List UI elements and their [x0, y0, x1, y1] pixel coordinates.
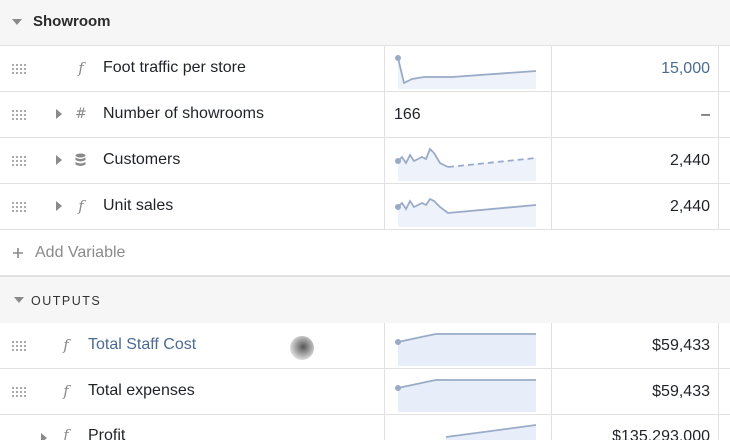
collapse-caret-icon[interactable] [12, 19, 22, 25]
sparkline-chart [445, 424, 537, 440]
collapse-caret-icon[interactable] [14, 297, 24, 303]
expand-caret-icon[interactable] [56, 109, 62, 119]
drag-handle-icon[interactable] [12, 64, 26, 74]
sparkline-chart [395, 55, 537, 89]
variable-row-number-of-showrooms[interactable]: # Number of showrooms 166 – [0, 92, 730, 138]
function-icon: f [63, 382, 69, 400]
output-row-profit[interactable]: f Profit $135,293,000 [0, 415, 730, 440]
plus-icon[interactable] [12, 247, 24, 259]
variable-name[interactable]: Foot traffic per store [103, 59, 246, 77]
variable-name[interactable]: Number of showrooms [103, 105, 264, 123]
variable-value[interactable]: $135,293,000 [612, 428, 710, 440]
drag-handle-icon[interactable] [12, 341, 26, 351]
add-variable-button[interactable]: Add Variable [35, 244, 125, 262]
input-cell-value[interactable]: 166 [394, 106, 421, 124]
drag-handle-icon[interactable] [12, 156, 26, 166]
variable-value[interactable]: $59,433 [652, 383, 710, 401]
expand-caret-icon[interactable] [56, 155, 62, 165]
variable-value[interactable]: – [701, 106, 710, 124]
variable-value[interactable]: 2,440 [670, 198, 710, 216]
drag-handle-icon[interactable] [12, 202, 26, 212]
section-title: OUTPUTS [31, 294, 102, 308]
variable-row-customers[interactable]: Customers 2,440 [0, 138, 730, 184]
output-row-total-staff-cost[interactable]: f Total Staff Cost $59,433 [0, 323, 730, 369]
sparkline-chart [395, 147, 537, 181]
variable-name[interactable]: Total Staff Cost [88, 336, 196, 354]
variable-row-foot-traffic[interactable]: f Foot traffic per store 15,000 [0, 46, 730, 92]
drag-handle-icon[interactable] [12, 110, 26, 120]
sparkline-chart [395, 197, 537, 227]
section-header-outputs[interactable]: OUTPUTS [0, 276, 730, 324]
section-title: Showroom [33, 13, 111, 30]
function-icon: f [63, 426, 69, 440]
variable-value[interactable]: 2,440 [670, 152, 710, 170]
database-icon [75, 153, 86, 166]
expand-caret-icon[interactable] [41, 433, 47, 440]
function-icon: f [78, 59, 84, 77]
add-variable-row[interactable]: Add Variable [0, 230, 730, 276]
variable-name[interactable]: Profit [88, 427, 125, 440]
variable-name[interactable]: Total expenses [88, 382, 195, 400]
variable-name[interactable]: Unit sales [103, 197, 173, 215]
sparkline-chart [395, 379, 536, 412]
function-icon: f [78, 197, 84, 215]
variable-name[interactable]: Customers [103, 151, 180, 169]
variable-value[interactable]: $59,433 [652, 337, 710, 355]
drag-handle-icon[interactable] [12, 387, 26, 397]
sparkline-chart [395, 333, 536, 366]
variable-value[interactable]: 15,000 [661, 60, 710, 78]
variable-row-unit-sales[interactable]: f Unit sales 2,440 [0, 184, 730, 230]
expand-caret-icon[interactable] [56, 201, 62, 211]
hash-icon: # [75, 106, 87, 122]
output-row-total-expenses[interactable]: f Total expenses $59,433 [0, 369, 730, 415]
function-icon: f [63, 336, 69, 354]
section-header-showroom[interactable]: Showroom [0, 0, 730, 46]
loading-spinner-icon [290, 336, 314, 360]
